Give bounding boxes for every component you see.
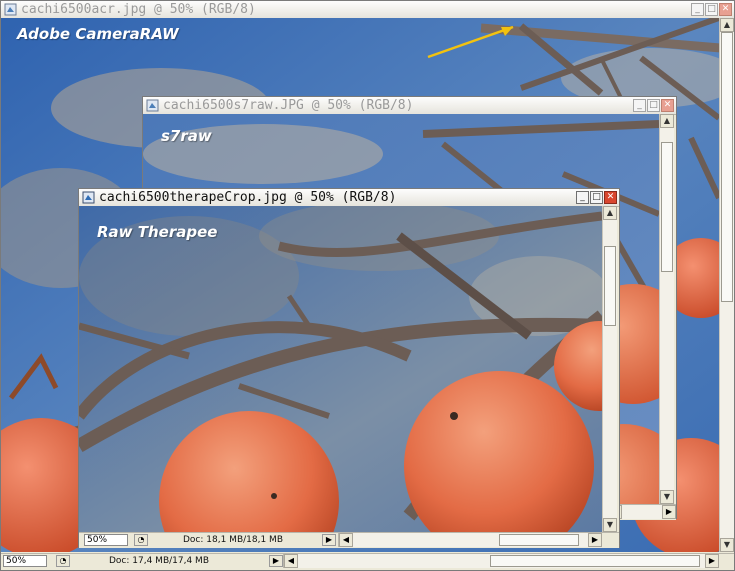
close-button[interactable]: ✕ xyxy=(661,99,674,112)
scroll-left-button[interactable]: ◀ xyxy=(284,554,298,568)
window-therapee[interactable]: cachi6500therapeCrop.jpg @ 50% (RGB/8) _… xyxy=(78,188,620,548)
scroll-down-button[interactable]: ▼ xyxy=(720,538,734,552)
scroll-thumb[interactable] xyxy=(721,32,733,302)
maximize-button[interactable]: □ xyxy=(705,3,718,16)
doc-size: Doc: 17,4 MB/17,4 MB xyxy=(109,556,209,566)
status-menu-icon[interactable]: ◔ xyxy=(56,555,70,567)
horizontal-scrollbar[interactable]: ◀ ▶ xyxy=(283,554,719,568)
scroll-right-button[interactable]: ▶ xyxy=(705,554,719,568)
minimize-button[interactable]: _ xyxy=(633,99,646,112)
photoshop-doc-icon xyxy=(4,3,17,16)
image-canvas-therapee xyxy=(79,206,602,532)
status-bar: 50% ◔ Doc: 17,4 MB/17,4 MB ▶ ◀ ▶ xyxy=(1,553,734,569)
scroll-up-button[interactable]: ▲ xyxy=(660,114,674,128)
titlebar-s7raw[interactable]: cachi6500s7raw.JPG @ 50% (RGB/8) _ □ ✕ xyxy=(143,97,676,115)
status-menu-icon[interactable]: ◔ xyxy=(134,534,148,546)
vertical-scrollbar[interactable]: ▲ ▼ xyxy=(659,114,674,504)
titlebar-therapee[interactable]: cachi6500therapeCrop.jpg @ 50% (RGB/8) _… xyxy=(79,189,619,207)
window-title: cachi6500s7raw.JPG @ 50% (RGB/8) xyxy=(163,98,414,113)
close-button[interactable]: ✕ xyxy=(604,191,617,204)
scroll-down-button[interactable]: ▼ xyxy=(603,518,617,532)
hscroll-thumb[interactable] xyxy=(499,534,579,546)
photoshop-doc-icon xyxy=(146,99,159,112)
scroll-up-button[interactable]: ▲ xyxy=(720,18,734,32)
hscroll-thumb[interactable] xyxy=(490,555,700,567)
minimize-button[interactable]: _ xyxy=(691,3,704,16)
scroll-left-button[interactable]: ◀ xyxy=(339,533,353,547)
maximize-button[interactable]: □ xyxy=(647,99,660,112)
vertical-scrollbar[interactable]: ▲ ▼ xyxy=(602,206,617,532)
doc-size: Doc: 18,1 MB/18,1 MB xyxy=(183,535,283,545)
overlay-label-s7raw: s7raw xyxy=(161,127,212,145)
titlebar-acr[interactable]: cachi6500acr.jpg @ 50% (RGB/8) _ □ ✕ xyxy=(1,1,734,19)
scroll-thumb[interactable] xyxy=(604,246,616,326)
scroll-down-button[interactable]: ▼ xyxy=(660,490,674,504)
close-button[interactable]: ✕ xyxy=(719,3,732,16)
overlay-label-acr: Adobe CameraRAW xyxy=(17,25,179,43)
window-title: cachi6500therapeCrop.jpg @ 50% (RGB/8) xyxy=(99,190,397,205)
window-title: cachi6500acr.jpg @ 50% (RGB/8) xyxy=(21,2,256,17)
scroll-up-button[interactable]: ▲ xyxy=(603,206,617,220)
zoom-field[interactable]: 50% xyxy=(84,534,128,546)
scroll-right-button[interactable]: ▶ xyxy=(662,505,676,519)
maximize-button[interactable]: □ xyxy=(590,191,603,204)
scroll-right-button[interactable]: ▶ xyxy=(588,533,602,547)
minimize-button[interactable]: _ xyxy=(576,191,589,204)
zoom-field[interactable]: 50% xyxy=(3,555,47,567)
scroll-thumb[interactable] xyxy=(661,142,673,272)
status-arrow-button[interactable]: ▶ xyxy=(322,534,336,546)
arrow-annotation-icon xyxy=(427,25,514,59)
status-arrow-button[interactable]: ▶ xyxy=(269,555,283,567)
overlay-label-therapee: Raw Therapee xyxy=(97,223,218,241)
status-bar: 50% ◔ Doc: 18,1 MB/18,1 MB ▶ ◀ ▶ xyxy=(79,532,619,548)
vertical-scrollbar[interactable]: ▲ ▼ xyxy=(719,18,734,552)
horizontal-scrollbar[interactable]: ◀ ▶ xyxy=(338,533,602,547)
photoshop-doc-icon xyxy=(82,191,95,204)
